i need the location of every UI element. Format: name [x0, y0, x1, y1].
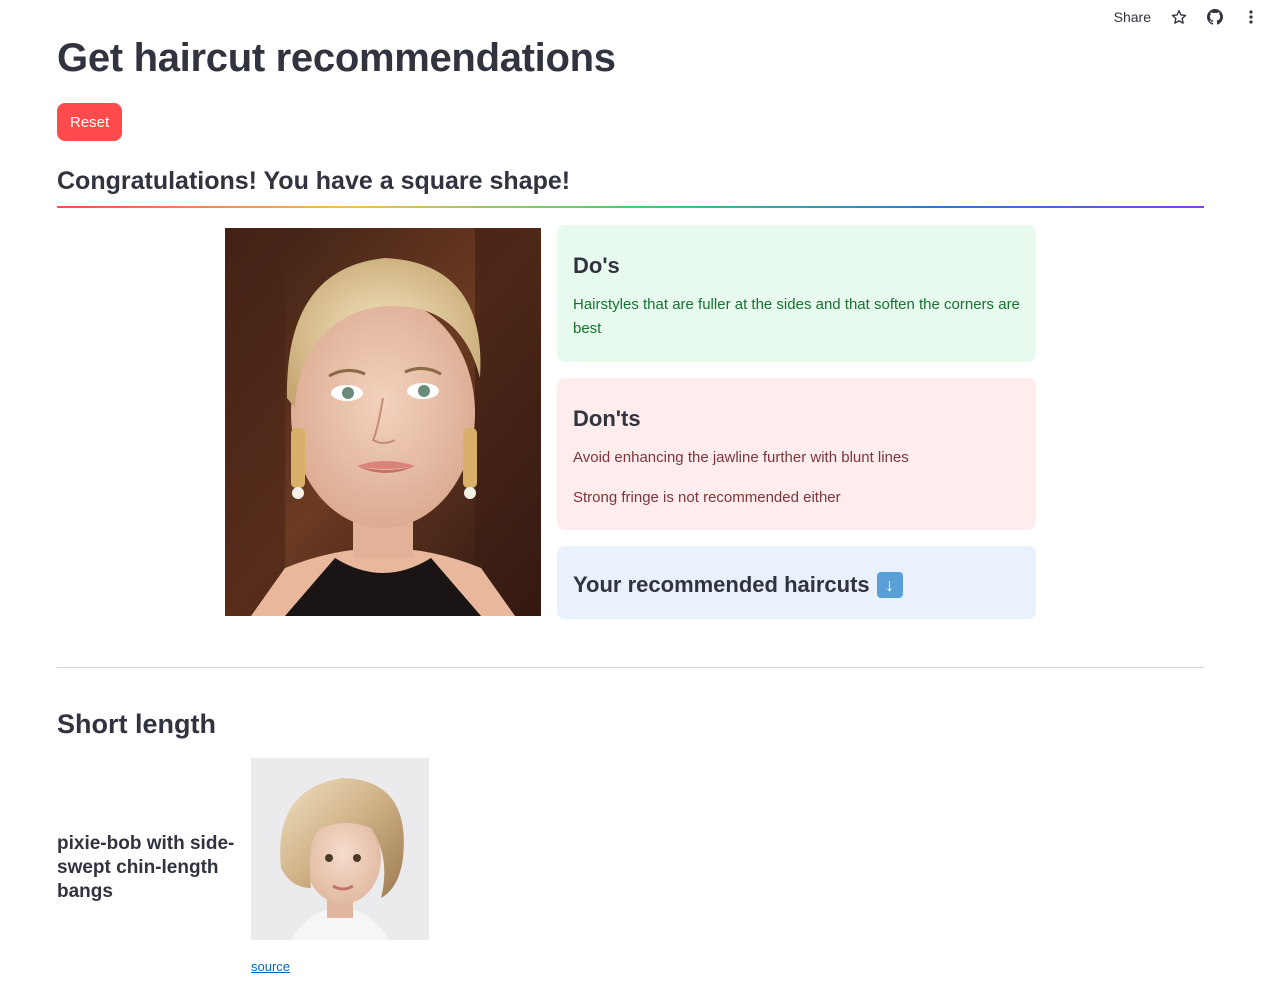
star-icon[interactable]: [1171, 9, 1187, 25]
dos-text: Hairstyles that are fuller at the sides …: [573, 296, 1020, 337]
share-button[interactable]: Share: [1114, 9, 1151, 25]
page-title: Get haircut recommendations: [57, 36, 616, 80]
dos-heading: Do's: [573, 253, 620, 278]
haircut-photo: [251, 758, 429, 940]
donts-heading: Don'ts: [573, 406, 641, 431]
donts-box: Don'ts Avoid enhancing the jawline furth…: [557, 378, 1036, 530]
donts-item: Strong fringe is not recommended either: [573, 489, 841, 506]
section-title: Short length: [57, 709, 216, 739]
reset-button[interactable]: Reset: [57, 103, 123, 141]
haircut-name: pixie-bob with side-swept chin-length ba…: [57, 833, 235, 902]
rainbow-divider: [57, 206, 1204, 208]
recommended-label: Your recommended haircuts: [573, 572, 870, 597]
section-divider: [57, 667, 1204, 668]
result-heading: Congratulations! You have a square shape…: [57, 167, 571, 195]
source-link[interactable]: source: [251, 959, 290, 974]
recommended-heading: Your recommended haircuts ↓: [573, 572, 1020, 598]
dos-box: Do's Hairstyles that are fuller at the s…: [557, 225, 1036, 362]
donts-item: Avoid enhancing the jawline further with…: [573, 449, 909, 466]
down-arrow-icon: ↓: [876, 572, 903, 598]
more-vertical-icon[interactable]: [1243, 9, 1259, 25]
recommended-box: Your recommended haircuts ↓: [557, 546, 1036, 619]
top-toolbar: Share: [1114, 0, 1267, 34]
face-photo: [225, 228, 541, 616]
github-icon[interactable]: [1207, 9, 1223, 25]
